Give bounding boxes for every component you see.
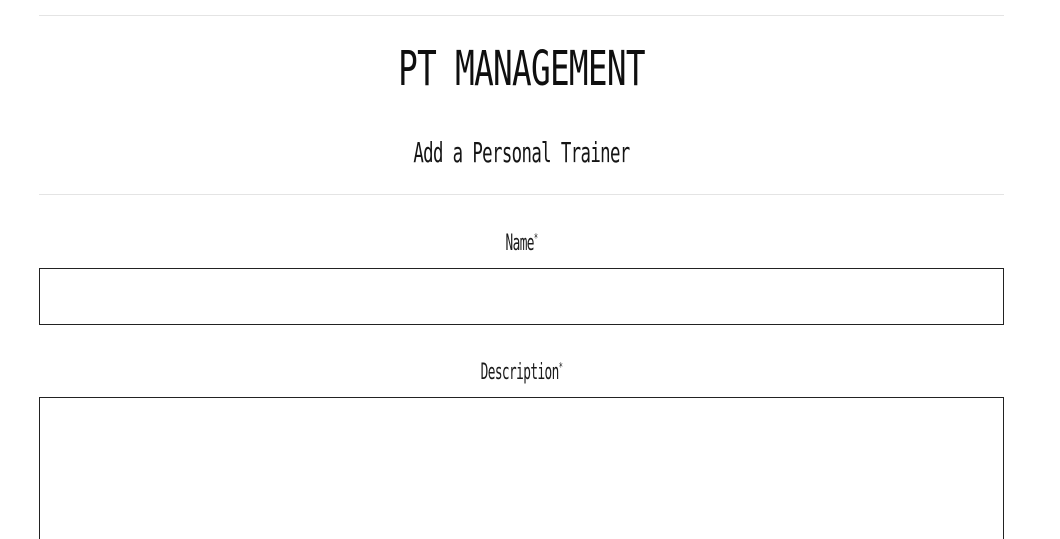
page-title: PT MANAGEMENT bbox=[398, 41, 645, 97]
section-divider bbox=[39, 194, 1004, 195]
name-input[interactable] bbox=[39, 268, 1004, 325]
description-label: Description* bbox=[242, 353, 802, 387]
top-divider bbox=[39, 15, 1004, 16]
name-label-text: Name bbox=[505, 231, 534, 256]
description-textarea[interactable] bbox=[39, 397, 1004, 539]
name-label: Name* bbox=[242, 224, 802, 258]
description-required-marker: * bbox=[558, 360, 563, 374]
name-required-marker: * bbox=[533, 231, 538, 245]
description-label-text: Description bbox=[480, 360, 560, 385]
form-heading: Add a Personal Trainer bbox=[413, 136, 630, 169]
